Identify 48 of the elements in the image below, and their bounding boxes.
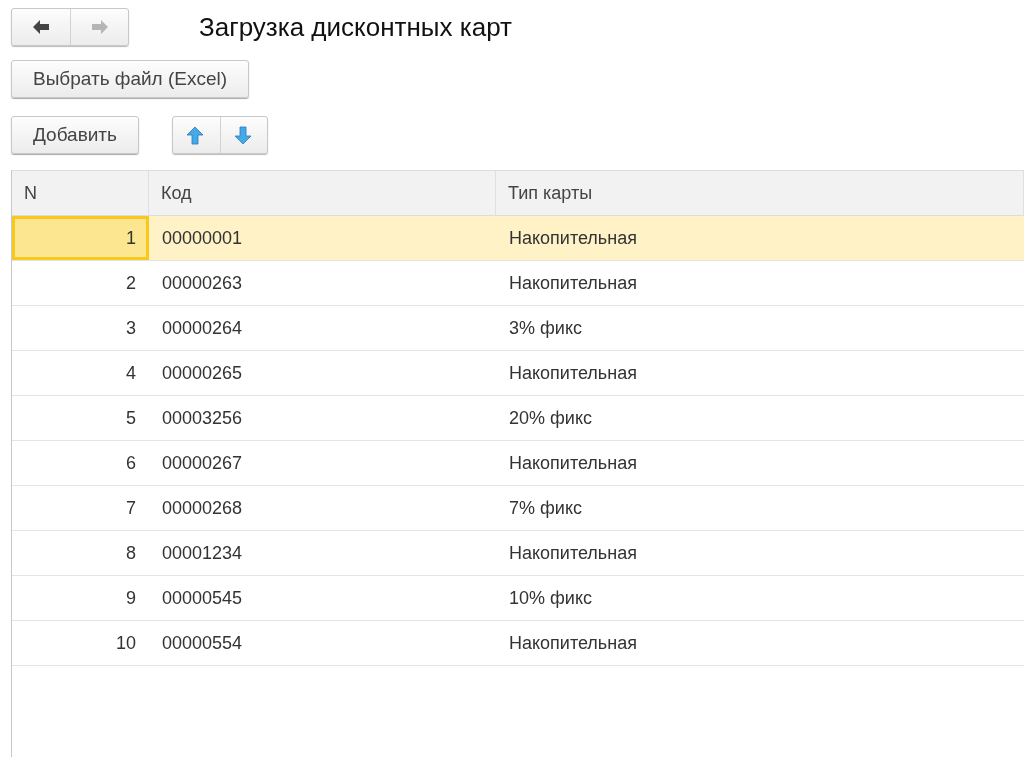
column-header[interactable]: N	[12, 171, 149, 215]
table-row[interactable]: 8 00001234 Накопительная	[12, 531, 1024, 576]
table-cell-text: Накопительная	[508, 361, 638, 385]
table-cell-text: 20% фикс	[508, 406, 593, 430]
table-cell-text: Накопительная	[508, 451, 638, 475]
column-header[interactable]: Тип карты	[496, 171, 1024, 215]
table-row[interactable]: 3 00000264 3% фикс	[12, 306, 1024, 351]
table-row[interactable]: 1 00000001 Накопительная	[12, 216, 1024, 261]
table-cell-text: 2	[125, 271, 137, 295]
table-cell-text: 00001234	[161, 541, 244, 565]
table-cell-text: 00000267	[161, 451, 244, 475]
table-cell-text: 00000265	[161, 361, 244, 385]
table-cell-text: 4	[125, 361, 137, 385]
table-row[interactable]: 2 00000263 Накопительная	[12, 261, 1024, 306]
table-cell-text: 8	[125, 541, 137, 565]
table-cell-text: Накопительная	[508, 631, 638, 655]
table-cell-text: Накопительная	[508, 541, 638, 565]
table-cell-text: 00000263	[161, 271, 244, 295]
table-cell-text: 3% фикс	[508, 316, 583, 340]
add-button[interactable]: Добавить	[11, 116, 139, 154]
table-cell-text: 10% фикс	[508, 586, 593, 610]
table-cell-text: 5	[125, 406, 137, 430]
table-cell-text: 10	[114, 631, 137, 655]
table-row[interactable]: 6 00000267 Накопительная	[12, 441, 1024, 486]
column-header[interactable]: Код	[149, 171, 496, 215]
choose-file-button[interactable]: Выбрать файл (Excel)	[11, 60, 250, 98]
table-cell-text: 00000545	[161, 586, 244, 610]
table-cell-text: 00000554	[161, 631, 244, 655]
table-cell-text: 00003256	[161, 406, 244, 430]
table-row[interactable]: 7 00000268 7% фикс	[12, 486, 1024, 531]
table-cell-text: 7	[125, 496, 137, 520]
table-cell-text: Накопительная	[508, 271, 638, 295]
table-cell-text: 6	[125, 451, 137, 475]
table-cell-text: 7% фикс	[508, 496, 583, 520]
table-row[interactable]: 4 00000265 Накопительная	[12, 351, 1024, 396]
forward-arrow-icon	[89, 17, 110, 37]
table-cell-text: 9	[125, 586, 137, 610]
table-cell-text: 00000264	[161, 316, 244, 340]
table-cell-text: Накопительная	[508, 226, 638, 250]
down-arrow-icon	[234, 125, 254, 145]
table-row[interactable]: 9 00000545 10% фикс	[12, 576, 1024, 621]
table-row[interactable]: 5 00003256 20% фикс	[12, 396, 1024, 441]
table-cell-text: 00000268	[161, 496, 244, 520]
table-row[interactable]: 10 00000554 Накопительная	[12, 621, 1024, 666]
table-cell-text: 3	[125, 316, 137, 340]
table-cell-text: 00000001	[161, 226, 244, 250]
table-cell: 1	[12, 216, 149, 260]
page-title: Загрузка дисконтных карт	[199, 11, 512, 43]
